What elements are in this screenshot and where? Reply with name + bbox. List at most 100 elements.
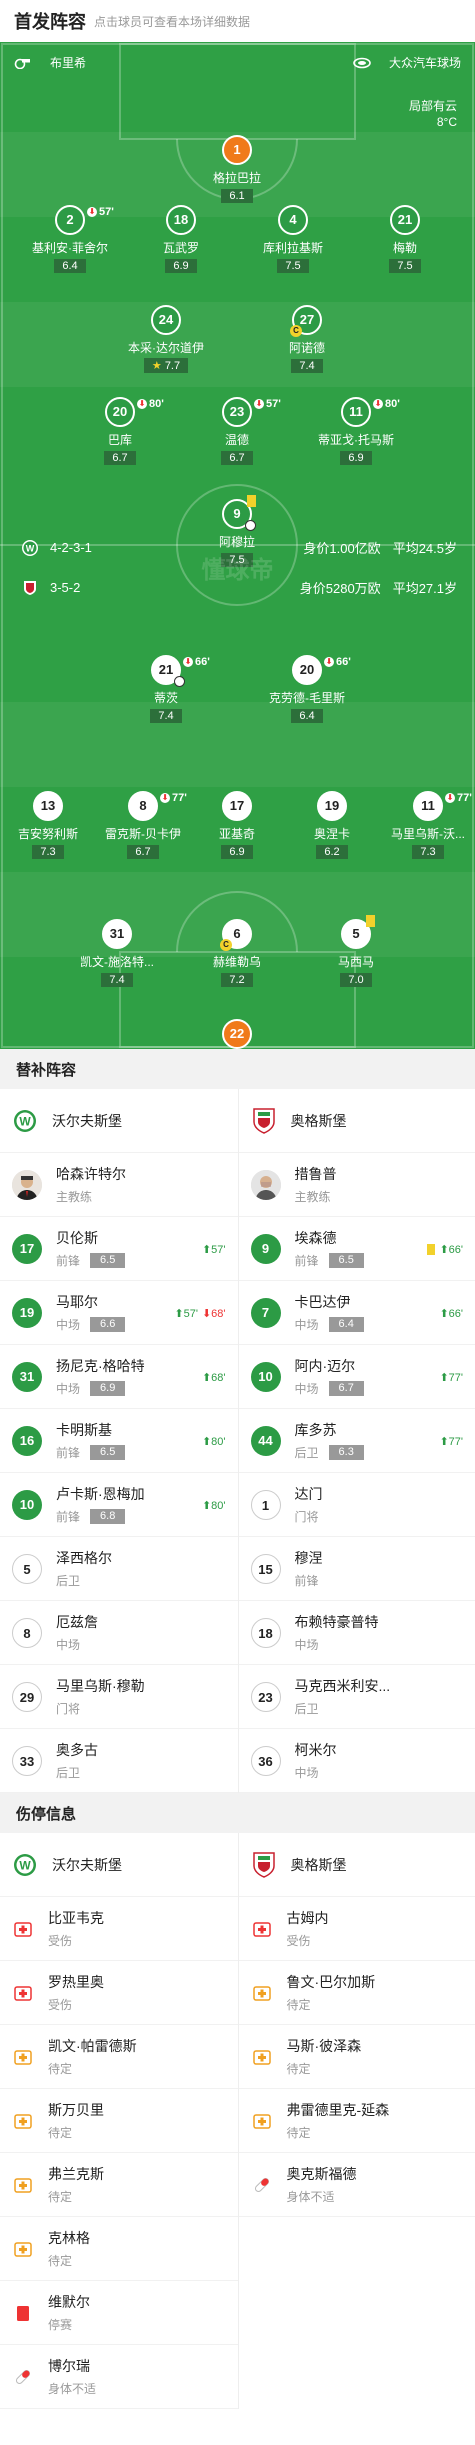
player-position: 后卫 xyxy=(56,1766,81,1780)
sub-player-row[interactable]: 15 穆涅 前锋 xyxy=(238,1537,475,1601)
sub-player-row[interactable]: 1 达门 门将 xyxy=(238,1473,475,1537)
player-number-badge: 13 xyxy=(33,791,63,821)
injury-row[interactable]: 弗兰克斯 待定 xyxy=(0,2153,238,2217)
injuries-away-team-name: 奥格斯堡 xyxy=(290,1856,347,1873)
sub-player-row[interactable]: 29 马里乌斯·穆勒 门将 xyxy=(0,1665,238,1729)
home-player[interactable]: 21 梅勒 7.5 xyxy=(345,205,465,274)
rating-value: 6.4 xyxy=(299,710,315,722)
rating-value: 6.9 xyxy=(229,846,245,858)
injury-row[interactable]: 维默尔 停赛 xyxy=(0,2281,238,2345)
injury-row[interactable]: 马斯·彼泽森 待定 xyxy=(238,2025,475,2089)
player-number-badge: 29 xyxy=(12,1681,42,1712)
subs-home-team-header[interactable]: W 沃尔夫斯堡 xyxy=(0,1089,238,1153)
away-player[interactable]: 31 凯文-施洛特... 7.4 xyxy=(57,919,177,988)
rating-value: 7.4 xyxy=(109,974,125,986)
home-player[interactable]: 1 格拉巴拉 6.1 xyxy=(177,135,297,204)
home-player[interactable]: ⬇ 80' 11 蒂亚戈·托马斯 6.9 xyxy=(296,397,416,466)
home-player[interactable]: ⬇ 57' 23 温德 6.7 xyxy=(177,397,297,466)
player-name: 库多苏 xyxy=(294,1422,337,1438)
home-player[interactable]: 4 库利拉基斯 7.5 xyxy=(233,205,353,274)
sub-player-row[interactable]: 9 埃森德 前锋 6.5 ⬆66' xyxy=(238,1217,475,1281)
stadium-icon xyxy=(353,57,371,69)
player-name: 克劳德-毛里斯 xyxy=(269,691,345,705)
away-coach-row[interactable]: 措鲁普 主教练 xyxy=(238,1153,475,1217)
away-player[interactable]: ⬇ 66' 20 克劳德-毛里斯 6.4 xyxy=(247,655,367,724)
sub-player-row[interactable]: 10 阿内·迈尔 中场 6.7 ⬆77' xyxy=(238,1345,475,1409)
sub-player-row[interactable]: 36 柯米尔 中场 xyxy=(238,1729,475,1793)
injury-row[interactable]: 凯文·帕雷德斯 待定 xyxy=(0,2025,238,2089)
player-number-badge: 36 xyxy=(250,1745,281,1776)
injuries-away-team-header[interactable]: 奥格斯堡 xyxy=(238,1833,475,1897)
away-player[interactable]: C 6 赫维勒乌 7.2 xyxy=(177,919,297,988)
away-player[interactable]: 22拉布罗维奇7.5 xyxy=(177,1019,297,1049)
away-player[interactable]: ⬇ 66' 21 蒂茨 7.4 xyxy=(106,655,226,724)
player-rating: 6.5 xyxy=(90,1445,126,1460)
arrow-up-icon: ⬆ xyxy=(439,1308,449,1320)
player-number-badge: 9 xyxy=(222,495,256,531)
home-player[interactable]: 24 本采·达尔道伊 ★ 7.7 xyxy=(106,305,226,374)
sub-player-row[interactable]: 10 卢卡斯·恩梅加 前锋 6.8 ⬆80' xyxy=(0,1473,238,1537)
player-name: 阿内·迈尔 xyxy=(294,1358,356,1374)
injuries-home-column: W 沃尔夫斯堡 比亚韦克 受伤 罗热里奥 受伤 凯文·帕雷德斯 待定 斯万贝里 待定 弗兰克斯待… xyxy=(0,1833,238,2409)
injury-status: 待定 xyxy=(48,2062,73,2076)
player-number-badge: 5 xyxy=(12,1553,42,1584)
wolfsburg-crest-icon: W xyxy=(12,1108,38,1134)
injury-row[interactable]: 比亚韦克 受伤 xyxy=(0,1897,238,1961)
sub-player-row[interactable]: 44 库多苏 后卫 6.3 ⬆77' xyxy=(238,1409,475,1473)
player-name: 赫维勒乌 xyxy=(212,955,261,969)
player-rating: 6.5 xyxy=(328,1253,364,1268)
injury-row[interactable]: 博尔瑞 身体不适 xyxy=(0,2345,238,2409)
home-coach-row[interactable]: 哈森许特尔 主教练 xyxy=(0,1153,238,1217)
player-number: 5 xyxy=(352,926,360,941)
svg-text:W: W xyxy=(19,1858,31,1872)
sub-player-row[interactable]: 33 奥多古 后卫 xyxy=(0,1729,238,1793)
yellow-card-icon xyxy=(366,915,375,927)
home-player[interactable]: ⬇ 57' 2 基利安·菲舍尔 6.4 xyxy=(10,205,130,274)
home-player[interactable]: ⬇ 80' 20 巴库 6.7 xyxy=(60,397,180,466)
home-player[interactable]: C 27 阿诺德 7.4 xyxy=(247,305,367,374)
arrow-up-icon: ⬆ xyxy=(174,1308,184,1320)
pill-icon xyxy=(12,2366,34,2388)
player-position: 前锋 xyxy=(294,1254,319,1268)
away-player[interactable]: ⬇ 77' 11 马里乌斯-沃... 7.3 xyxy=(368,791,475,860)
player-name: 穆涅 xyxy=(294,1550,323,1566)
page-subtitle: 点击球员可查看本场详细数据 xyxy=(94,14,251,29)
sub-player-row[interactable]: 18 布赖特豪普特 中场 xyxy=(238,1601,475,1665)
sub-player-row[interactable]: 17 贝伦斯 前锋 6.5 ⬆57' xyxy=(0,1217,238,1281)
injury-status: 身体不适 xyxy=(48,2382,97,2396)
injury-row[interactable]: 古姆内 受伤 xyxy=(238,1897,475,1961)
injury-row[interactable]: 罗热里奥 受伤 xyxy=(0,1961,238,2025)
injury-row[interactable]: 斯万贝里 待定 xyxy=(0,2089,238,2153)
sub-events: ⬆80' xyxy=(202,1435,226,1448)
player-number: 1 xyxy=(233,142,241,157)
injuries-home-team-header[interactable]: W 沃尔夫斯堡 xyxy=(0,1833,238,1897)
player-name: 弗兰克斯 xyxy=(48,2166,104,2182)
home-player[interactable]: 18 瓦武罗 6.9 xyxy=(121,205,241,274)
injury-status: 待定 xyxy=(48,2254,73,2268)
injury-row[interactable]: 奥克斯福德 身体不适 xyxy=(238,2153,475,2217)
player-number-badge: C6 xyxy=(220,919,252,951)
whistle-icon xyxy=(14,57,30,69)
sub-player-row[interactable]: 8 厄兹詹 中场 xyxy=(0,1601,238,1665)
sub-player-row[interactable]: 7 卡巴达伊 中场 6.4 ⬆66' xyxy=(238,1281,475,1345)
player-rating: 7.0 xyxy=(340,973,372,987)
injury-row[interactable]: 弗雷德里克-延森 待定 xyxy=(238,2089,475,2153)
player-rating: 6.2 xyxy=(316,845,348,859)
sub-player-row[interactable]: 23 马克西米利安... 后卫 xyxy=(238,1665,475,1729)
sub-in-event: ⬆57' xyxy=(174,1307,198,1320)
player-number-badge: ⬇ 66' 21 xyxy=(151,655,210,687)
injury-row[interactable]: 克林格 待定 xyxy=(0,2217,238,2281)
away-player[interactable]: 5 马西马 7.0 xyxy=(296,915,416,988)
sub-player-row[interactable]: 5 泽西格尔 后卫 xyxy=(0,1537,238,1601)
sub-player-row[interactable]: 31 扬尼克·格哈特 中场 6.9 ⬆68' xyxy=(0,1345,238,1409)
sub-in-event: ⬆80' xyxy=(202,1499,226,1512)
sub-player-row[interactable]: 16 卡明斯基 前锋 6.5 ⬆80' xyxy=(0,1409,238,1473)
goal-ball-icon xyxy=(245,520,256,531)
player-number: 24 xyxy=(158,312,174,327)
sub-player-row[interactable]: 19 马耶尔 中场 6.6 ⬆57' ⬇68' xyxy=(0,1281,238,1345)
doubtful-cross-icon xyxy=(251,2110,273,2132)
injury-row[interactable]: 鲁文·巴尔加斯 待定 xyxy=(238,1961,475,2025)
subs-away-team-header[interactable]: 奥格斯堡 xyxy=(238,1089,475,1153)
event-minute: 80' xyxy=(211,1500,226,1512)
player-position: 前锋 xyxy=(56,1510,81,1524)
